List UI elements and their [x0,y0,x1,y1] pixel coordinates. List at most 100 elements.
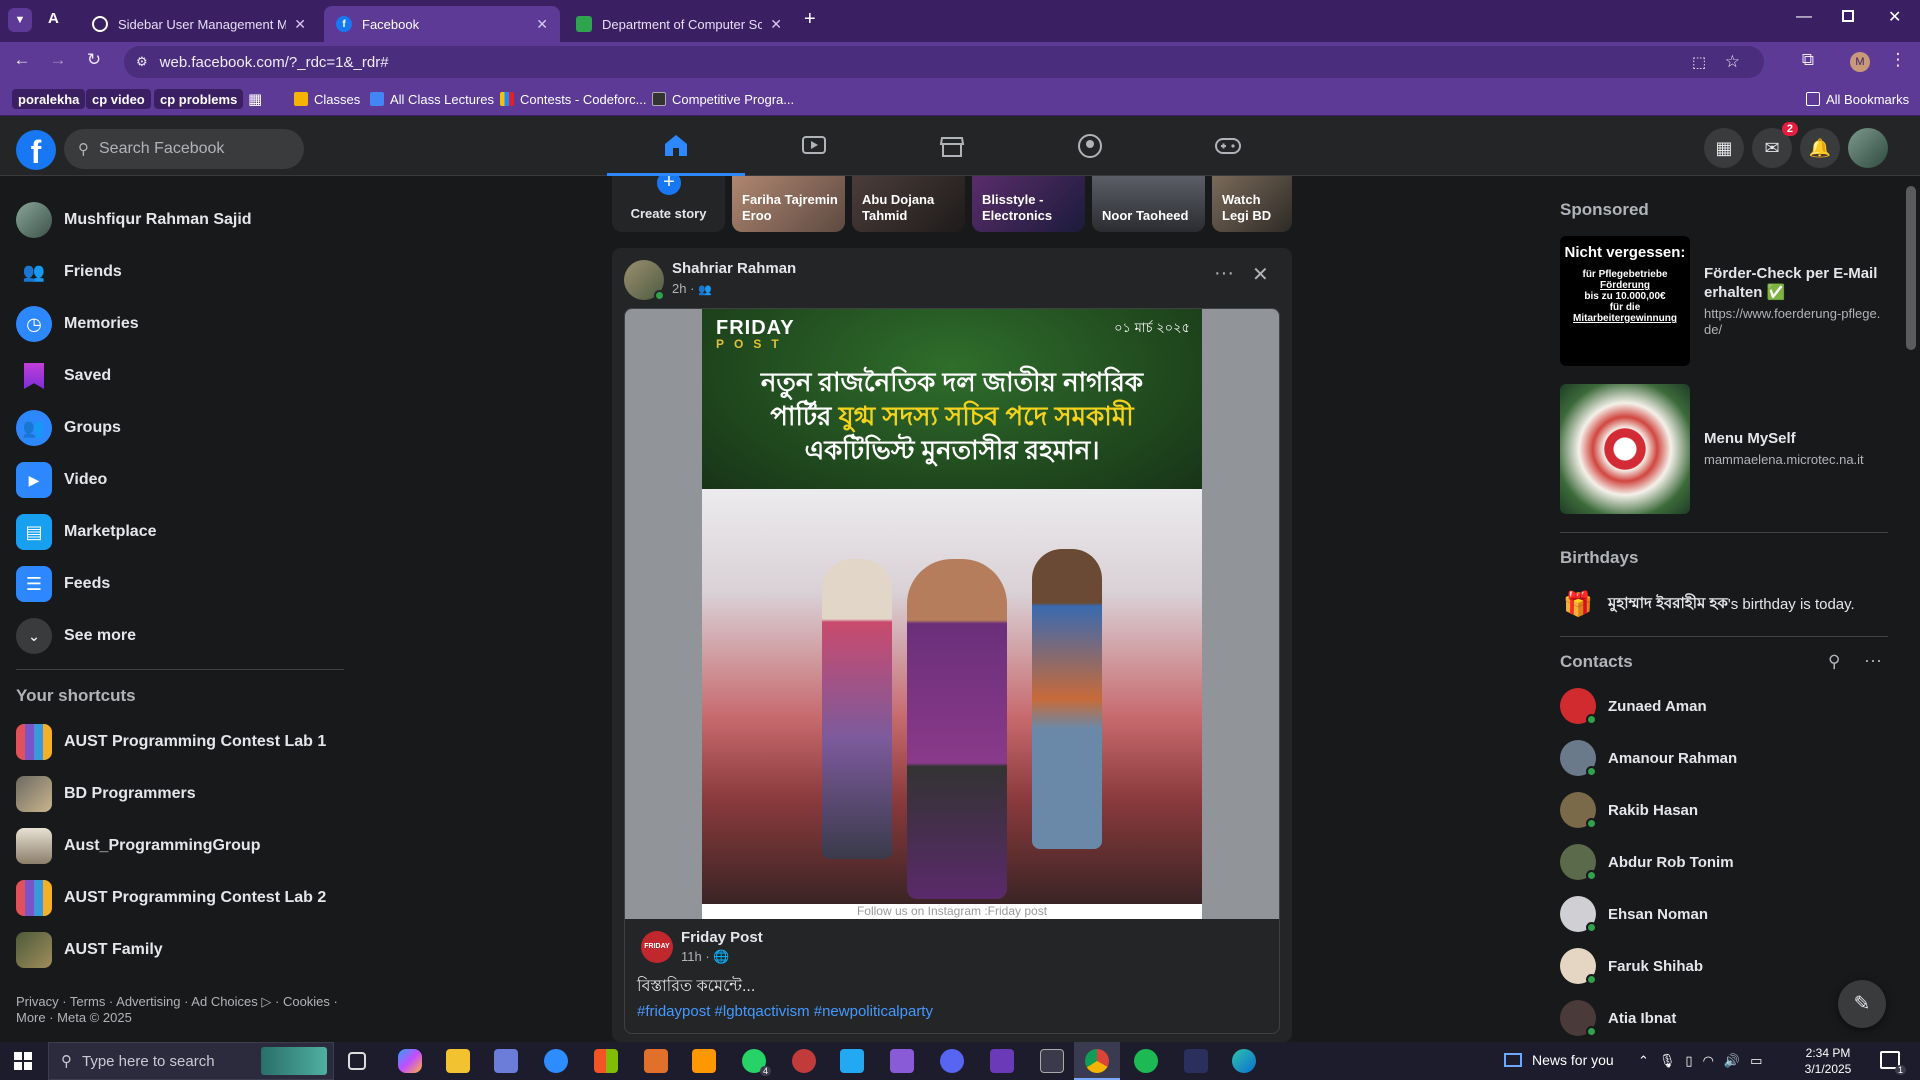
story-card[interactable]: Blisstyle - Electronics [972,176,1085,232]
shared-post[interactable]: FRIDAY POST ০১ মার্চ ২০২৫ নতুন রাজনৈতিক … [624,308,1280,1034]
visual-studio-icon[interactable] [890,1049,914,1073]
vscode-icon[interactable] [840,1049,864,1073]
ad-item[interactable]: Menu MySelf mammaelena.microtec.na.it [1560,384,1890,514]
edge-icon[interactable] [1232,1049,1256,1073]
sidebar-item-friends[interactable]: 👥 Friends [16,248,122,296]
create-story-card[interactable]: + Create story [612,176,725,232]
contact-item[interactable]: Faruk Shihab [1560,944,1703,988]
profile-avatar[interactable]: M [1850,52,1870,72]
minimize-button[interactable]: — [1796,8,1812,26]
page-scrollbar[interactable] [1906,186,1916,350]
address-bar[interactable]: ⚙ web.facebook.com/?_rdc=1&_rdr# ⬚ ☆ [124,46,1764,78]
hide-post-icon[interactable]: ✕ [1252,262,1269,287]
nav-home-tab[interactable] [607,116,745,176]
shortcut-aust-lab-2[interactable]: AUST Programming Contest Lab 2 [16,874,326,922]
taskbar-search-input[interactable]: ⚲ Type here to search [48,1042,334,1080]
close-tab-icon[interactable]: ✕ [536,16,548,33]
bookmark-classes[interactable]: Classes [294,89,360,109]
install-app-icon[interactable]: ⬚ [1692,53,1706,71]
contact-item[interactable]: Atia Ibnat [1560,996,1676,1040]
see-more-button[interactable]: ⌄ See more [16,612,136,660]
bookmark-competitive-programming[interactable]: Competitive Progra... [652,89,794,109]
contact-item[interactable]: Ehsan Noman [1560,892,1708,936]
contact-item[interactable]: Amanour Rahman [1560,736,1737,780]
shortcut-aust-lab-1[interactable]: AUST Programming Contest Lab 1 [16,718,326,766]
pinned-tab-icon[interactable]: A [48,10,68,30]
shared-author[interactable]: Friday Post [681,929,763,946]
app-icon[interactable] [792,1049,816,1073]
chrome-taskbar-button[interactable] [1074,1042,1120,1080]
store-icon[interactable] [594,1049,618,1073]
shortcut-aust-family[interactable]: AUST Family [16,926,163,974]
story-card[interactable]: Noor Taoheed [1092,176,1205,232]
forward-arrow-icon[interactable]: → [44,50,72,70]
news-widget[interactable]: News for you [1504,1052,1614,1068]
notifications-button[interactable]: 🔔 [1800,128,1840,168]
nav-groups-tab[interactable] [1021,116,1159,176]
story-card[interactable]: Watch Legi BD [1212,176,1292,232]
system-tray[interactable]: ⌃🎙▯◠🔊▭ [1638,1053,1772,1069]
post-options-icon[interactable]: ··· [1214,262,1234,285]
apps-grid-icon[interactable]: ▦ [248,89,262,109]
profile-link[interactable]: Mushfiqur Rahman Sajid [16,196,252,244]
back-arrow-icon[interactable]: ← [8,50,36,70]
snipping-tool-icon[interactable] [1040,1049,1064,1073]
news-card-image[interactable]: FRIDAY POST ০১ মার্চ ২০২৫ নতুন রাজনৈতিক … [702,309,1202,919]
new-message-button[interactable]: ✎ [1838,980,1886,1028]
bookmark-cp-problems[interactable]: cp problems [154,89,244,109]
story-card[interactable]: Abu Dojana Tahmid [852,176,965,232]
menu-kebab-icon[interactable]: ⋮ [1884,50,1912,70]
discord-icon[interactable] [940,1049,964,1073]
file-explorer-icon[interactable] [446,1049,470,1073]
shortcut-bd-programmers[interactable]: BD Programmers [16,770,196,818]
tab-sidebar-user-management[interactable]: Sidebar User Management Me ✕ [80,6,318,42]
restore-button[interactable] [1842,10,1854,22]
bookmark-poralekha[interactable]: poralekha [12,89,86,109]
windows-start-icon[interactable] [14,1052,32,1070]
contact-item[interactable]: Abdur Rob Tonim [1560,840,1734,884]
zoom-icon[interactable] [544,1049,568,1073]
story-card[interactable]: Fariha Tajremin Eroo [732,176,845,232]
post-author[interactable]: Shahriar Rahman [672,260,796,277]
search-contacts-icon[interactable]: ⚲ [1828,652,1840,672]
task-view-icon[interactable] [348,1052,366,1070]
account-avatar[interactable] [1848,128,1888,168]
whatsapp-icon[interactable]: 4 [742,1049,771,1076]
footer-links[interactable]: Privacy · Terms · Advertising · Ad Choic… [16,994,346,1026]
shortcut-aust-programming-group[interactable]: Aust_ProgrammingGroup [16,822,260,870]
close-tab-icon[interactable]: ✕ [770,16,782,33]
birthday-row[interactable]: 🎁 মুহাম্মাদ ইবরাহীম হক's birthday is tod… [1560,586,1890,622]
sidebar-item-marketplace[interactable]: ▤ Marketplace [16,508,157,556]
friday-post-avatar[interactable]: FRIDAY [641,931,673,963]
nav-video-tab[interactable] [745,116,883,176]
bookmark-cp-video[interactable]: cp video [86,89,151,109]
search-input[interactable]: ⚲ Search Facebook [64,129,304,169]
contact-item[interactable]: Zunaed Aman [1560,684,1707,728]
author-avatar[interactable] [624,260,665,301]
tab-search-dropdown[interactable]: ▼ [8,8,32,32]
sidebar-item-groups[interactable]: 👥 Groups [16,404,121,452]
bookmark-all-class-lectures[interactable]: All Class Lectures [370,89,494,109]
copilot-icon[interactable] [398,1049,422,1073]
messenger-button[interactable]: ✉ 2 [1752,122,1798,168]
site-info-icon[interactable]: ⚙ [136,54,148,70]
sidebar-item-memories[interactable]: ◷ Memories [16,300,139,348]
clock[interactable]: 2:34 PM 3/1/2025 [1792,1045,1864,1077]
visual-studio-icon[interactable] [990,1049,1014,1073]
close-window-button[interactable]: ✕ [1888,7,1901,27]
bookmark-star-icon[interactable]: ☆ [1725,52,1740,72]
contacts-options-icon[interactable]: ··· [1864,650,1882,671]
all-bookmarks[interactable]: All Bookmarks [1806,89,1909,109]
tab-facebook[interactable]: f Facebook ✕ [324,6,560,42]
sidebar-item-video[interactable]: ▶ Video [16,456,107,504]
sublime-icon[interactable] [692,1049,716,1073]
app-icon[interactable] [1184,1049,1208,1073]
ad-item[interactable]: Nicht vergessen: für Pflegebetriebe Förd… [1560,236,1890,366]
hashtags[interactable]: #fridaypost #lgbtqactivism #newpolitical… [637,1003,933,1020]
reload-icon[interactable]: ↻ [80,50,108,70]
extensions-icon[interactable]: ⧉ [1794,50,1822,70]
contact-item[interactable]: Rakib Hasan [1560,788,1698,832]
tab-department-cs[interactable]: Department of Computer Scien ✕ [564,6,794,42]
app-icon[interactable] [494,1049,518,1073]
facebook-logo[interactable]: f [16,130,56,170]
